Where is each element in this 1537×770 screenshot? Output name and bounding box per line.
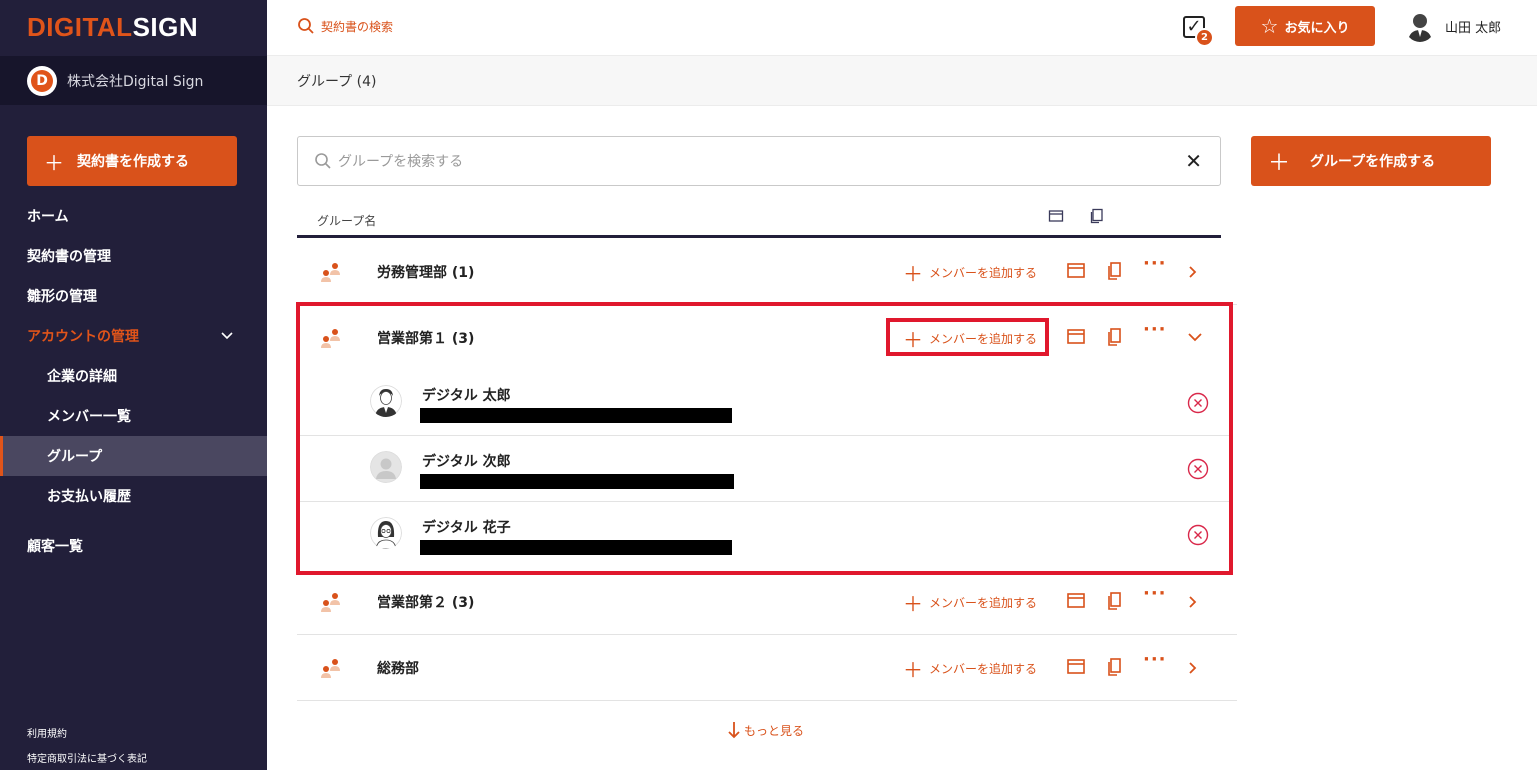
group-row[interactable]: 労務管理部 (1) ＋ メンバーを追加する ··· — [297, 239, 1237, 305]
create-group-label: グループを作成する — [1310, 154, 1436, 170]
brand-logo-part1: DIGITAL — [27, 12, 133, 42]
group-name: 営業部第２ (3) — [377, 595, 475, 611]
top-bar: 契約書の検索 ✓ 2 ☆ お気に入り 山田 太郎 — [267, 0, 1537, 56]
company-switcher[interactable]: D 株式会社Digital Sign — [0, 56, 267, 105]
sidebar: DIGITALSIGN D 株式会社Digital Sign ＋ 契約書を作成す… — [0, 0, 267, 770]
create-contract-button[interactable]: ＋ 契約書を作成する — [27, 136, 237, 186]
column-header-name: グループ名 — [317, 214, 377, 228]
sidebar-item-members[interactable]: メンバー一覧 — [0, 396, 267, 436]
close-icon[interactable]: ✕ — [1185, 149, 1202, 173]
breadcrumb: グループ (4) — [267, 56, 1537, 106]
folder-icon[interactable] — [1063, 258, 1089, 284]
group-icon — [321, 263, 340, 282]
user-name: 山田 太郎 — [1445, 20, 1502, 36]
create-contract-label: 契約書を作成する — [77, 154, 189, 170]
group-name: 総務部 — [377, 661, 419, 677]
search-icon — [315, 153, 331, 169]
group-icon — [321, 593, 340, 612]
see-more-button[interactable]: もっと見る — [727, 720, 804, 740]
folder-icon[interactable] — [1063, 654, 1089, 680]
group-row[interactable]: 総務部 ＋ メンバーを追加する ··· — [297, 635, 1237, 701]
sidebar-item-label: 雛形の管理 — [27, 289, 97, 305]
group-name: 労務管理部 (1) — [377, 265, 475, 281]
sidebar-item-label: 顧客一覧 — [27, 539, 83, 555]
create-group-button[interactable]: ＋ グループを作成する — [1251, 136, 1491, 186]
group-icon — [321, 659, 340, 678]
sidebar-item-label: お支払い履歴 — [47, 489, 131, 505]
plus-icon: ＋ — [44, 150, 64, 175]
plus-icon: ＋ — [903, 261, 923, 286]
plus-icon: ＋ — [1268, 151, 1291, 176]
plus-icon: ＋ — [903, 657, 923, 682]
more-icon[interactable]: ··· — [1143, 583, 1167, 604]
brand-logo[interactable]: DIGITALSIGN — [27, 12, 198, 43]
chevron-right-icon[interactable] — [1185, 259, 1201, 285]
notifications-button[interactable]: ✓ 2 — [1181, 14, 1215, 48]
table-header: グループ名 — [297, 200, 1221, 238]
more-icon[interactable]: ··· — [1143, 649, 1167, 670]
company-name: 株式会社Digital Sign — [67, 73, 204, 90]
user-menu[interactable]: 山田 太郎 — [1405, 10, 1501, 42]
more-icon[interactable]: ··· — [1143, 253, 1167, 274]
legal-link[interactable]: 特定商取引法に基づく表記 — [27, 750, 147, 765]
arrow-down-icon — [728, 722, 740, 739]
chevron-right-icon[interactable] — [1185, 655, 1201, 681]
sidebar-item-label: 契約書の管理 — [27, 249, 111, 265]
sidebar-nav: ホーム 契約書の管理 雛形の管理 アカウントの管理 企業の詳細 メンバー一覧 グ… — [0, 196, 267, 566]
sidebar-item-label: アカウントの管理 — [27, 329, 139, 345]
document-icon[interactable] — [1101, 588, 1127, 614]
terms-link[interactable]: 利用規約 — [27, 725, 67, 740]
star-icon: ☆ — [1260, 14, 1279, 38]
add-member-button[interactable]: ＋ メンバーを追加する — [903, 259, 1043, 286]
search-icon — [298, 18, 314, 34]
contract-search-link[interactable]: 契約書の検索 — [297, 17, 393, 35]
add-member-label: メンバーを追加する — [929, 595, 1038, 610]
document-icon — [1090, 208, 1103, 224]
favorites-label: お気に入り — [1284, 20, 1350, 36]
sidebar-item-groups[interactable]: グループ — [0, 436, 267, 476]
add-member-button[interactable]: ＋ メンバーを追加する — [903, 655, 1043, 682]
sidebar-item-account[interactable]: アカウントの管理 — [0, 316, 267, 356]
document-icon[interactable] — [1101, 654, 1127, 680]
sidebar-item-label: ホーム — [27, 209, 69, 225]
folder-icon[interactable] — [1063, 588, 1089, 614]
brand-logo-part2: SIGN — [132, 12, 199, 42]
add-member-label: メンバーを追加する — [929, 661, 1038, 676]
sidebar-item-contracts[interactable]: 契約書の管理 — [0, 236, 267, 276]
document-icon[interactable] — [1101, 258, 1127, 284]
company-badge-icon: D — [27, 65, 57, 96]
sidebar-item-label: グループ — [47, 449, 103, 465]
company-initial: D — [31, 69, 53, 92]
add-member-highlight-box — [886, 318, 1049, 356]
plus-icon: ＋ — [903, 591, 923, 616]
page-title: グループ (4) — [297, 73, 377, 90]
sidebar-item-home[interactable]: ホーム — [0, 196, 267, 236]
sidebar-item-label: メンバー一覧 — [47, 409, 131, 425]
chevron-down-icon — [221, 332, 233, 340]
add-member-label: メンバーを追加する — [929, 265, 1038, 280]
contract-search-label: 契約書の検索 — [321, 19, 394, 34]
chevron-right-icon[interactable] — [1185, 589, 1201, 615]
highlight-box — [296, 302, 1233, 575]
avatar — [1405, 10, 1435, 42]
sidebar-item-company-details[interactable]: 企業の詳細 — [0, 356, 267, 396]
sidebar-item-templates[interactable]: 雛形の管理 — [0, 276, 267, 316]
see-more-label: もっと見る — [744, 723, 805, 738]
add-member-button[interactable]: ＋ メンバーを追加する — [903, 589, 1043, 616]
folder-icon — [1048, 210, 1064, 222]
sidebar-item-label: 企業の詳細 — [47, 369, 117, 385]
notification-count-badge: 2 — [1195, 28, 1214, 47]
sidebar-item-customers[interactable]: 顧客一覧 — [0, 526, 267, 566]
group-search-input[interactable]: グループを検索する ✕ — [297, 136, 1221, 186]
sidebar-item-payments[interactable]: お支払い履歴 — [0, 476, 267, 516]
group-row[interactable]: 営業部第２ (3) ＋ メンバーを追加する ··· — [297, 569, 1237, 635]
group-search-placeholder: グループを検索する — [338, 154, 464, 170]
favorites-button[interactable]: ☆ お気に入り — [1235, 6, 1375, 46]
